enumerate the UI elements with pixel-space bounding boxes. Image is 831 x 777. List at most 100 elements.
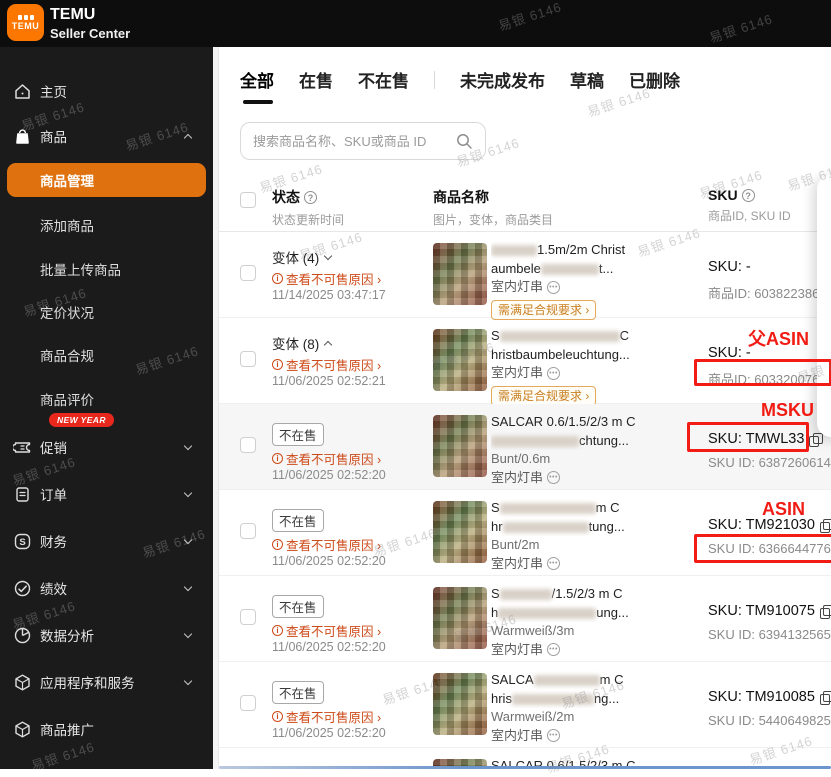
search-box[interactable]	[240, 122, 486, 160]
product-title-line1[interactable]: Sm C	[491, 499, 703, 518]
row-checkbox[interactable]	[240, 437, 256, 453]
row-checkbox[interactable]	[240, 265, 256, 281]
sidebar-item-product-reviews[interactable]: 商品评价	[0, 384, 213, 414]
sidebar-item-label: 订单	[40, 484, 67, 504]
sidebar-item-products[interactable]: 商品	[0, 119, 213, 153]
sidebar-item-label: 数据分析	[40, 625, 94, 645]
row-checkbox[interactable]	[240, 695, 256, 711]
product-title-line2[interactable]: aumbelet...	[491, 260, 703, 279]
tab-not-on-sale[interactable]: 不在售	[358, 67, 409, 92]
sidebar-item-add-product[interactable]: 添加商品	[0, 210, 213, 240]
product-title-line1[interactable]: SALCAR 0.6/1.5/2/3 m C	[491, 413, 703, 432]
compliance-tag[interactable]: 需满足合规要求 ›	[491, 386, 596, 406]
copy-icon[interactable]	[809, 433, 821, 446]
search-input[interactable]	[253, 134, 455, 149]
variant-toggle[interactable]: 变体 (8)	[272, 333, 331, 353]
product-name-cell: S/1.5/2/3 m Chung...Warmweiß/3m室内灯串•••	[491, 585, 703, 659]
tab-deleted[interactable]: 已删除	[629, 67, 680, 92]
sidebar-item-product-promotion[interactable]: 商品推广	[0, 712, 213, 746]
product-title-fragment: 1.5m/2m Christ	[537, 242, 625, 257]
sidebar-item-promotions[interactable]: 促销NEW YEAR	[0, 430, 213, 464]
product-thumbnail[interactable]	[433, 415, 487, 477]
analytics-icon	[13, 626, 32, 645]
sidebar-item-finance[interactable]: S财务	[0, 524, 213, 558]
unsellable-reason-link[interactable]: i查看不可售原因 ›	[272, 535, 381, 554]
table-row[interactable]: 不在售i查看不可售原因 ›11/06/2025 02:52:20SALCAR 0…	[219, 404, 831, 490]
tab-draft[interactable]: 草稿	[570, 67, 604, 92]
unsellable-reason-link[interactable]: i查看不可售原因 ›	[272, 355, 381, 374]
sidebar-item-label: 定价状况	[40, 302, 94, 322]
unsellable-reason-link[interactable]: i查看不可售原因 ›	[272, 621, 381, 640]
sidebar-item-product-compliance[interactable]: 商品合规	[0, 340, 213, 370]
status-updated-time: 11/06/2025 02:52:20	[272, 726, 386, 740]
sku-help-icon[interactable]: ?	[742, 189, 755, 202]
sidebar-item-data-analytics[interactable]: 数据分析	[0, 618, 213, 652]
row-checkbox[interactable]	[240, 523, 256, 539]
sidebar-item-pricing-status[interactable]: 定价状况	[0, 297, 213, 327]
status-help-icon[interactable]: ?	[304, 191, 317, 204]
product-title-line2[interactable]: hrisng...	[491, 690, 703, 709]
status-updated-time: 11/14/2025 03:47:17	[272, 288, 386, 302]
product-title-line1[interactable]: SALCAm C	[491, 671, 703, 690]
product-title-line2[interactable]: hung...	[491, 604, 703, 623]
copy-icon[interactable]	[820, 691, 831, 704]
table-row[interactable]: 变体 (8)i查看不可售原因 ›11/06/2025 02:52:21SChri…	[219, 318, 831, 404]
product-thumbnail[interactable]	[433, 329, 487, 391]
table-row[interactable]: 不在售i查看不可售原因 ›11/06/2025 02:52:20SALCAm C…	[219, 662, 831, 748]
compliance-tag[interactable]: 需满足合规要求 ›	[491, 300, 596, 320]
more-icon[interactable]: •••	[547, 281, 560, 294]
temu-logo[interactable]: TEMU	[7, 4, 44, 41]
product-thumbnail[interactable]	[433, 243, 487, 305]
product-title-line1[interactable]: SC	[491, 327, 703, 346]
product-thumbnail[interactable]	[433, 587, 487, 649]
row-checkbox[interactable]	[240, 351, 256, 367]
sidebar-item-orders[interactable]: 订单	[0, 477, 213, 511]
top-bar: TEMU TEMU Seller Center	[0, 0, 831, 47]
tab-all[interactable]: 全部	[240, 67, 274, 92]
copy-icon[interactable]	[820, 605, 831, 618]
tab-on-sale[interactable]: 在售	[299, 67, 333, 92]
product-thumbnail[interactable]	[433, 501, 487, 563]
sku-id-value: SKU ID: 6366644776530	[708, 541, 831, 556]
table-row[interactable]: 不在售i查看不可售原因 ›11/06/2025 02:52:20S/1.5/2/…	[219, 576, 831, 662]
chevron-down-icon	[184, 676, 192, 684]
product-title-line2[interactable]: chtung...	[491, 432, 703, 451]
row-checkbox[interactable]	[240, 609, 256, 625]
more-icon[interactable]: •••	[547, 367, 560, 380]
tab-unfinished[interactable]: 未完成发布	[460, 67, 545, 92]
floating-panel-edge[interactable]	[817, 175, 831, 437]
more-icon[interactable]: •••	[547, 471, 560, 484]
more-icon[interactable]: •••	[547, 643, 560, 656]
unsellable-reason-link[interactable]: i查看不可售原因 ›	[272, 449, 381, 468]
sidebar-item-label: 商品	[40, 126, 67, 146]
status-updated-time: 11/06/2025 02:52:20	[272, 554, 386, 568]
status-badge: 不在售	[272, 595, 324, 618]
sidebar-item-apps-services[interactable]: 应用程序和服务	[0, 665, 213, 699]
product-title-fragment: SALCA	[491, 672, 534, 687]
table-row[interactable]: 变体 (4) i查看不可售原因 ›11/14/2025 03:47:17 1.5m/…	[219, 232, 831, 318]
ticket-icon	[13, 438, 32, 457]
sidebar-item-home[interactable]: 主页	[0, 74, 213, 108]
select-all-checkbox[interactable]	[240, 192, 256, 208]
sidebar-item-label: 批量上传商品	[40, 259, 121, 279]
unsellable-reason-link[interactable]: i查看不可售原因 ›	[272, 269, 381, 288]
product-thumbnail[interactable]	[433, 673, 487, 735]
redacted-text	[498, 608, 596, 619]
copy-icon[interactable]	[820, 519, 831, 532]
sidebar-item-product-management[interactable]: 商品管理	[7, 163, 206, 197]
product-title-line2[interactable]: hristbaumbeleuchtung...	[491, 346, 703, 365]
search-icon[interactable]	[455, 132, 473, 150]
product-title-line1[interactable]: 1.5m/2m Christ	[491, 241, 703, 260]
info-icon: i	[272, 453, 283, 464]
product-title-line2[interactable]: hrtung...	[491, 518, 703, 537]
variant-label: Bunt/2m	[491, 536, 703, 555]
home-icon	[13, 82, 32, 101]
variant-toggle[interactable]: 变体 (4)	[272, 247, 331, 267]
product-title-line1[interactable]: S/1.5/2/3 m C	[491, 585, 703, 604]
unsellable-reason-link[interactable]: i查看不可售原因 ›	[272, 707, 381, 726]
more-icon[interactable]: •••	[547, 557, 560, 570]
sidebar-item-bulk-upload-products[interactable]: 批量上传商品	[0, 254, 213, 284]
sidebar-item-performance[interactable]: 绩效	[0, 571, 213, 605]
more-icon[interactable]: •••	[547, 729, 560, 742]
table-row[interactable]: 不在售i查看不可售原因 ›11/06/2025 02:52:20Sm Chrtu…	[219, 490, 831, 576]
